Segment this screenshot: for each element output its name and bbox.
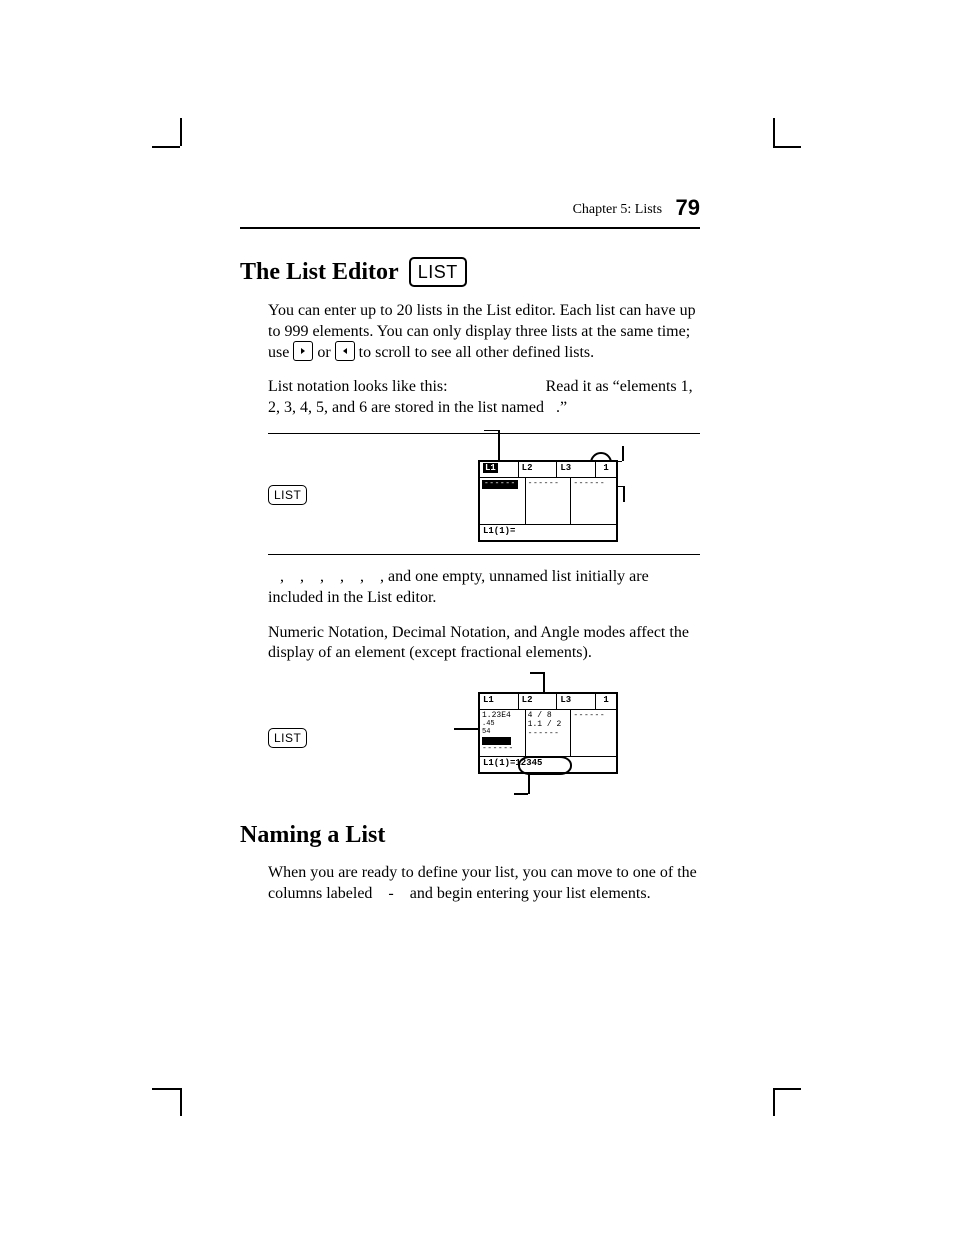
section-title-text: Naming a List <box>240 822 385 849</box>
header-rule <box>240 227 700 229</box>
calculator-screenshot: L1 L2 L3 1 1.23E4 .4554 ------ <box>468 678 628 798</box>
divider <box>268 554 700 555</box>
page-number: 79 <box>676 195 700 220</box>
callout-oval-icon <box>518 756 572 775</box>
section-title-naming: Naming a List <box>240 822 700 849</box>
section-title-text: The List Editor <box>240 259 399 286</box>
calculator-screenshot: L1 L2 L3 1 ------ ------ ------ L1(1)= <box>468 446 628 544</box>
paragraph: You can enter up to 20 lists in the List… <box>268 301 700 363</box>
right-arrow-key-icon <box>293 341 313 361</box>
paragraph: , , , , , , and one empty, unnamed list … <box>268 567 700 609</box>
paragraph: When you are ready to define your list, … <box>268 863 700 905</box>
divider <box>268 433 700 434</box>
calc-footer: L1(1)= <box>480 524 616 540</box>
figure-row: LIST L1 L2 L3 1 <box>268 446 700 544</box>
list-key-icon: LIST <box>268 485 307 505</box>
running-header: Chapter 5: Lists 79 <box>240 195 700 227</box>
list-key-icon: LIST <box>268 728 307 748</box>
paragraph: Numeric Notation, Decimal Notation, and … <box>268 623 700 665</box>
left-arrow-key-icon <box>335 341 355 361</box>
list-key-icon: LIST <box>409 257 467 287</box>
figure-row: LIST L1 L2 L3 1 1.23E <box>268 678 700 798</box>
chapter-label: Chapter 5: Lists <box>573 202 662 217</box>
section-title-list-editor: The List Editor LIST <box>240 257 700 287</box>
paragraph: List notation looks like this: Read it a… <box>268 377 700 419</box>
